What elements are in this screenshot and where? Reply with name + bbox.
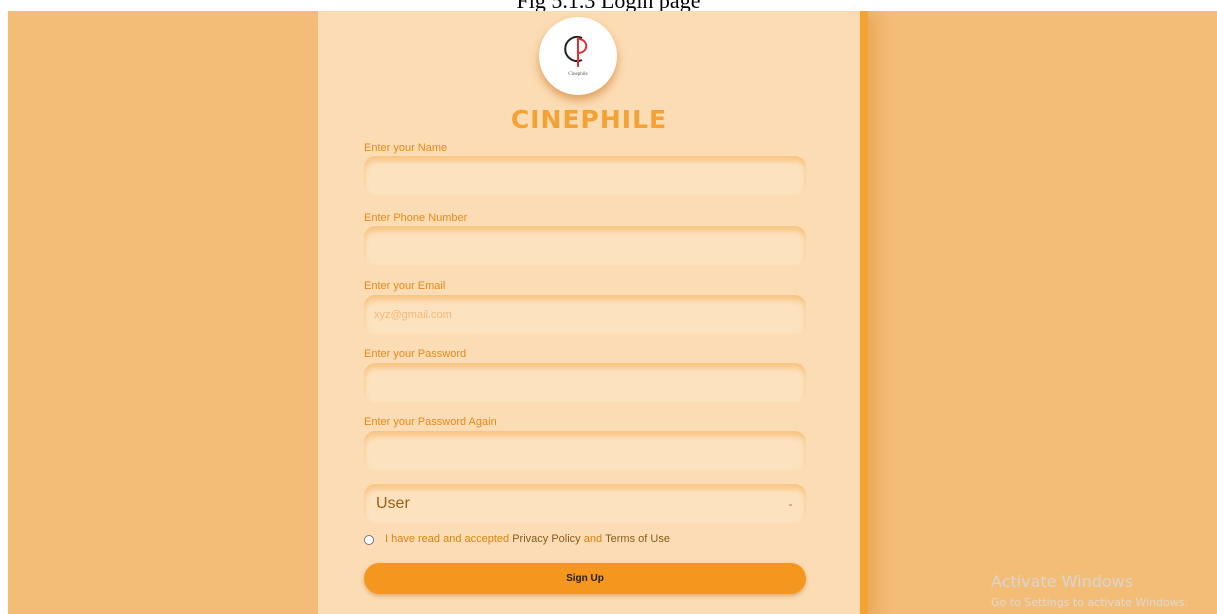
logo-text: Cinephile	[568, 72, 588, 77]
activate-windows-title: Activate Windows	[991, 572, 1134, 591]
password-label: Enter your Password	[364, 348, 467, 360]
activate-windows-subtitle: Go to Settings to activate Windows.	[991, 596, 1189, 609]
email-input[interactable]	[364, 295, 806, 334]
phone-input[interactable]	[364, 226, 806, 265]
role-select[interactable]: User ⌄	[364, 484, 806, 523]
email-label: Enter your Email	[364, 280, 446, 292]
chevron-down-icon: ⌄	[787, 499, 794, 508]
cp-monogram-icon	[564, 36, 588, 67]
figure-caption: Fig 5.1.3 Login page	[0, 0, 1217, 11]
role-select-value: User	[376, 494, 410, 512]
password-again-label: Enter your Password Again	[364, 416, 497, 428]
page-background: Cinephile CINEPHILE Enter your Name Ente…	[8, 11, 1217, 614]
terms-prefix: I have read and accepted	[385, 533, 513, 545]
terms-of-use-link[interactable]: Terms of Use	[605, 533, 670, 545]
privacy-policy-link[interactable]: Privacy Policy	[512, 533, 580, 545]
brand-title: CINEPHILE	[510, 105, 668, 134]
signup-card: Cinephile CINEPHILE Enter your Name Ente…	[318, 11, 860, 614]
terms-row: I have read and accepted Privacy Policy …	[364, 533, 670, 545]
sign-up-button[interactable]: Sign Up	[364, 563, 806, 594]
phone-label: Enter Phone Number	[364, 212, 468, 224]
name-label: Enter your Name	[364, 142, 448, 154]
terms-radio[interactable]	[364, 535, 374, 545]
name-input[interactable]	[364, 156, 806, 195]
password-again-input[interactable]	[364, 431, 806, 470]
cinephile-logo: Cinephile	[539, 17, 617, 95]
password-input[interactable]	[364, 363, 806, 402]
terms-and: and	[580, 533, 606, 545]
